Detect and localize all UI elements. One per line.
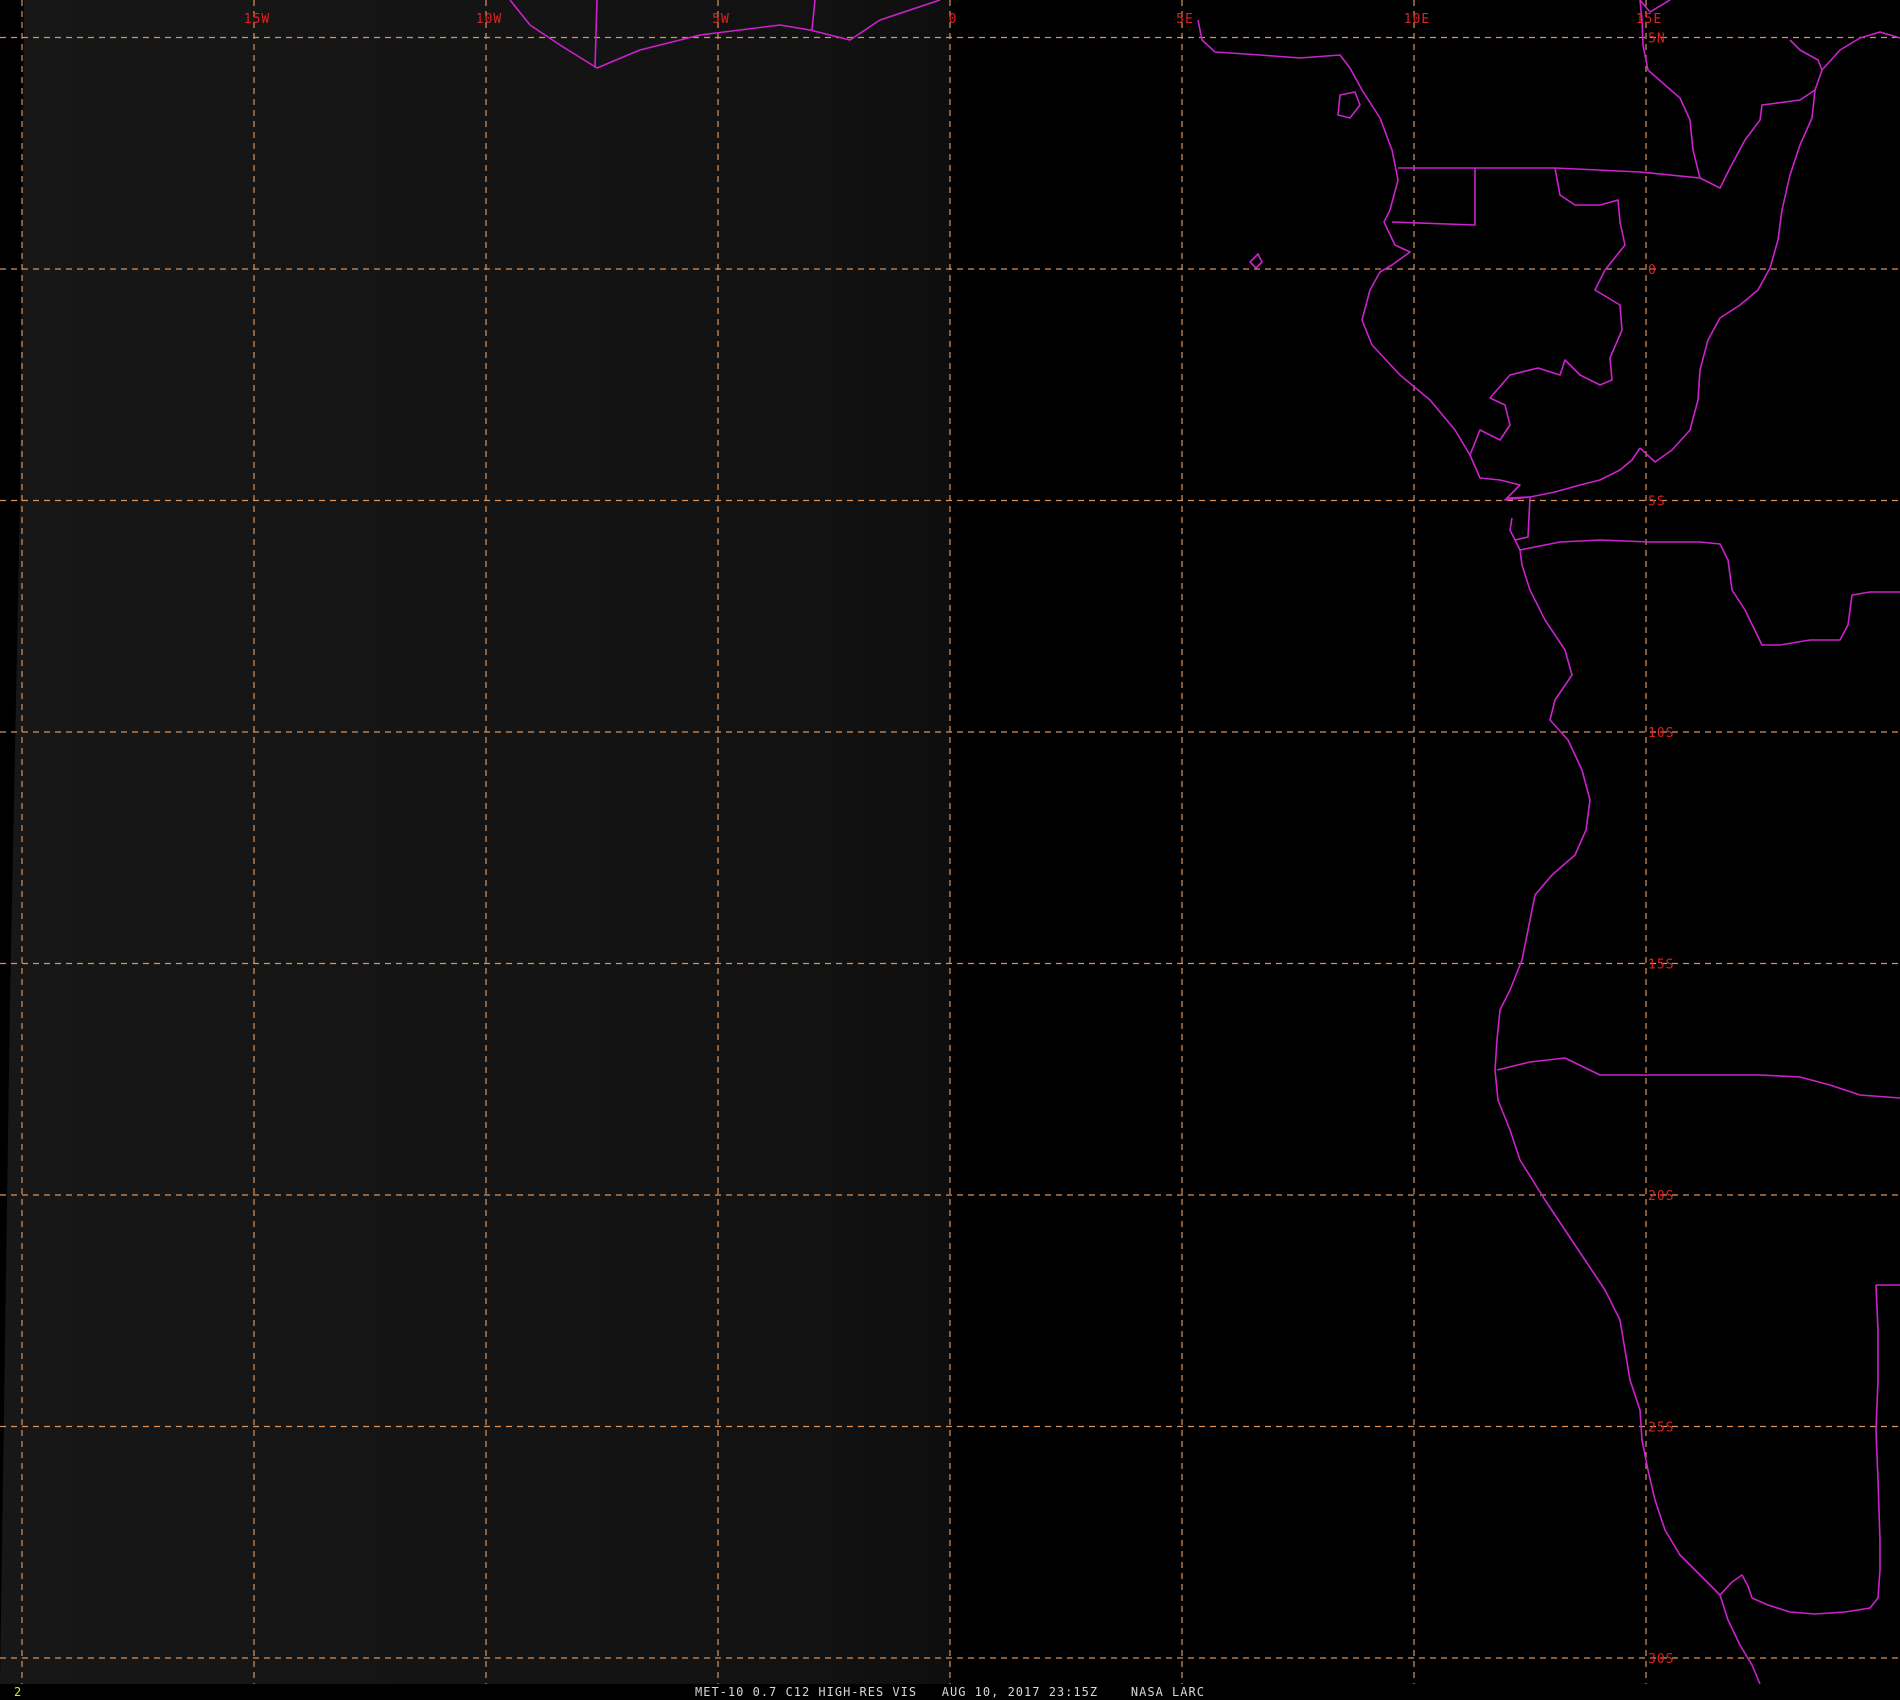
longitude-label: 10W [476, 12, 502, 27]
latitude-label: 25S [1648, 1421, 1674, 1436]
latitude-label: 5N [1648, 32, 1666, 47]
latitude-label: 30S [1648, 1652, 1674, 1667]
longitude-label: 15W [244, 12, 270, 27]
longitude-label: 10E [1404, 12, 1430, 27]
satellite-map: 15W 10W 5W 0 5E 10E 15E 5N 0 5S 10S 15S 20S 25S 30S [0, 0, 1900, 1700]
longitude-label: 5W [712, 12, 730, 27]
sunlit-disk-region [0, 0, 950, 1684]
longitude-label: 5E [1176, 12, 1194, 27]
map-canvas: 15W 10W 5W 0 5E 10E 15E 5N 0 5S 10S 15S 20S 25S 30S [0, 0, 1900, 1700]
longitude-label: 0 [949, 12, 958, 27]
latitude-label: 15S [1648, 958, 1674, 973]
image-caption: MET-10 0.7 C12 HIGH-RES VIS AUG 10, 2017… [695, 1685, 1205, 1699]
latitude-label: 10S [1648, 726, 1674, 741]
latitude-label: 5S [1648, 495, 1666, 510]
longitude-label: 15E [1636, 12, 1662, 27]
latitude-label: 0 [1648, 263, 1657, 278]
latitude-label: 20S [1648, 1189, 1674, 1204]
